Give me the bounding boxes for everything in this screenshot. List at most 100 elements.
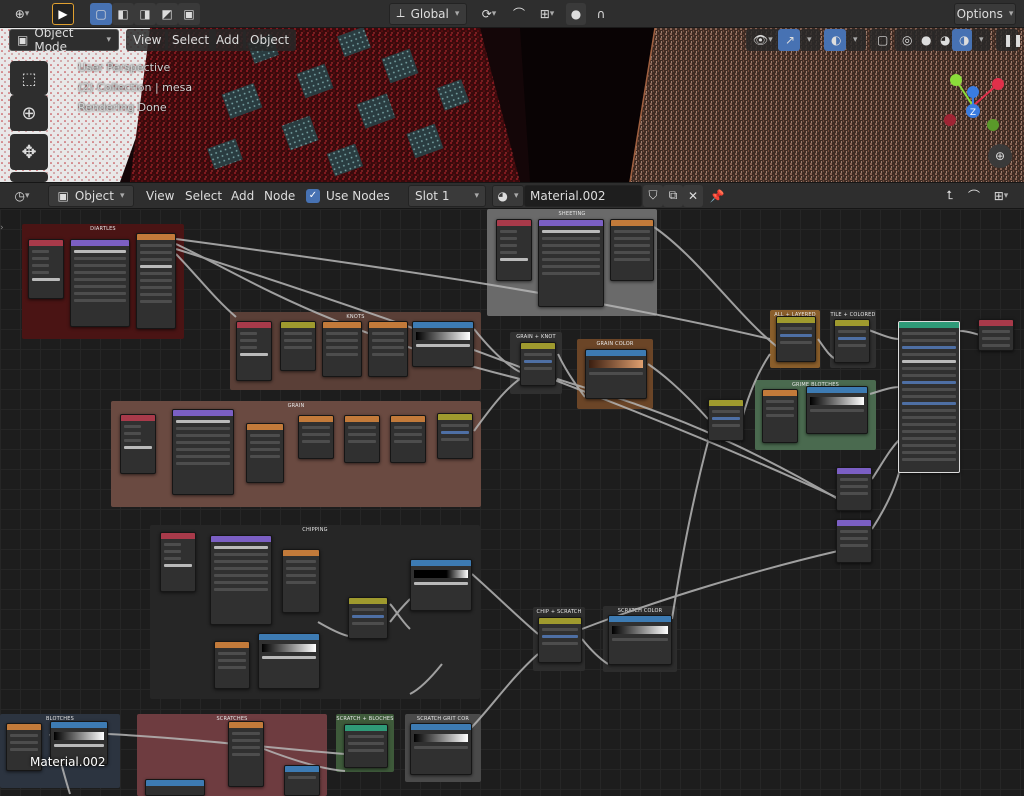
node-ramp-scratch-grit[interactable] — [410, 723, 472, 775]
node-principled-bsdf[interactable] — [898, 321, 960, 473]
overlays-toggle[interactable]: ◐ — [824, 29, 846, 51]
falloff-dropdown[interactable]: ∩ — [588, 3, 614, 25]
node-tex-coord-2[interactable] — [496, 219, 532, 281]
pivot-point-dropdown[interactable]: ⟳ ▾ — [474, 3, 504, 25]
node-menu-node[interactable]: Node — [260, 185, 299, 207]
node-math[interactable] — [610, 219, 654, 281]
navigation-gizmo[interactable]: Z — [938, 66, 1018, 156]
node-tex-coord-3[interactable] — [236, 321, 272, 381]
node-wave-grain[interactable] — [172, 409, 234, 495]
node-tex-coord-chip[interactable] — [160, 532, 196, 592]
node-wave-texture[interactable] — [538, 219, 604, 307]
transform-orientation-dropdown[interactable]: ⟂ Global ▾ — [389, 2, 467, 25]
shading-wireframe-button[interactable]: ◎ — [895, 29, 915, 51]
select-tool-button[interactable]: ▶ — [52, 2, 74, 25]
node-canvas[interactable]: › DIARTLES SHEETING KNOTS GRAIN + KNOT G… — [0, 209, 1024, 796]
shading-solid-button[interactable]: ● — [914, 29, 934, 51]
snap-node-dropdown[interactable]: ⊞ ▾ — [986, 185, 1016, 207]
3d-viewport[interactable]: ▣ Object Mode ▾ View Select Add Object U… — [0, 28, 1024, 182]
node-tex-coord-grain[interactable] — [120, 414, 156, 474]
node-bump-1[interactable] — [836, 467, 872, 511]
node-ramp-knots[interactable] — [412, 321, 474, 367]
node-ramp-grime[interactable] — [806, 386, 868, 434]
node-editor-type-dropdown[interactable]: ◷ ▾ — [4, 185, 40, 207]
gizmo-neg-x-axis[interactable] — [944, 114, 956, 126]
select-mode-invert-button[interactable]: ◩ — [156, 2, 178, 25]
proportional-editing-toggle[interactable]: ● — [566, 2, 586, 25]
node-math-knots[interactable] — [368, 321, 408, 377]
fake-user-button[interactable]: ⛉ — [643, 184, 663, 207]
node-ramp-chip-2[interactable] — [258, 633, 320, 689]
node-texture-coordinate[interactable] — [28, 239, 64, 299]
node-scratches-lower[interactable] — [145, 779, 205, 796]
select-box-tool[interactable]: ⬚ — [10, 61, 48, 95]
shading-material-button[interactable]: ◕ — [933, 29, 953, 51]
shading-rendered-button[interactable]: ◑ — [952, 29, 972, 51]
node-math-chip-2[interactable] — [214, 641, 250, 689]
menu-view[interactable]: View — [126, 29, 169, 51]
node-scratches-mix[interactable] — [284, 765, 320, 796]
gizmo-y-axis[interactable] — [950, 74, 962, 86]
node-math-chip[interactable] — [282, 549, 320, 613]
material-slot-dropdown[interactable]: Slot 1 ▾ — [408, 184, 486, 207]
node-color-ramp[interactable] — [136, 233, 176, 329]
material-name-field[interactable]: Material.002 — [524, 184, 642, 207]
options-dropdown[interactable]: Options ▾ — [954, 2, 1016, 25]
node-mix-all-layered[interactable] — [776, 316, 816, 362]
node-menu-add[interactable]: Add — [227, 185, 258, 207]
select-mode-subtract-button[interactable]: ◨ — [134, 2, 156, 25]
xray-toggle[interactable]: ▢ — [870, 29, 890, 51]
node-menu-select[interactable]: Select — [181, 185, 226, 207]
shading-dropdown[interactable]: ▾ — [972, 29, 990, 51]
gizmo-toggle[interactable]: ↗ — [778, 29, 800, 51]
node-mix-center[interactable] — [708, 399, 744, 441]
duplicate-material-button[interactable]: ⧉ — [663, 184, 683, 207]
node-mapping[interactable] — [280, 321, 316, 371]
pin-button[interactable]: 📌 — [707, 185, 727, 207]
node-ramp-chip[interactable] — [410, 559, 472, 611]
node-mix-grain[interactable] — [437, 413, 473, 459]
node-ramp-grain-color[interactable] — [585, 349, 647, 399]
move-tool[interactable]: ✥ — [10, 134, 48, 170]
node-math-grain-1[interactable] — [298, 415, 334, 459]
menu-add[interactable]: Add — [209, 29, 247, 51]
node-math-scratches[interactable] — [228, 721, 264, 787]
unlink-material-button[interactable]: ✕ — [683, 184, 703, 207]
snap-toggle[interactable]: ⌒ — [508, 3, 530, 25]
node-mix-tile-colored[interactable] — [834, 319, 870, 363]
node-bump-2[interactable] — [836, 519, 872, 563]
browse-material-button[interactable]: ◕ ▾ — [492, 184, 524, 207]
node-material-output[interactable] — [978, 319, 1014, 351]
rotate-tool[interactable] — [10, 172, 48, 182]
gizmo-x-axis[interactable] — [992, 78, 1004, 90]
select-mode-extend-button[interactable]: ◧ — [112, 2, 134, 25]
node-mix-chip-scratch[interactable] — [538, 617, 582, 663]
snap-target-dropdown[interactable]: ⊞ ▾ — [532, 3, 562, 25]
zoom-button[interactable]: ⊕ — [988, 144, 1012, 168]
parent-node-tree-button[interactable]: ⮤ — [940, 185, 960, 207]
gizmo-neg-z-axis[interactable] — [967, 86, 979, 98]
use-nodes-checkbox[interactable]: ✓ Use Nodes — [306, 185, 390, 207]
node-noise-grime[interactable] — [762, 389, 798, 443]
node-math-grain-3[interactable] — [390, 415, 426, 463]
cursor-tool[interactable]: ⊕ — [10, 95, 48, 131]
node-ramp-scratch-color[interactable] — [608, 615, 672, 665]
gizmo-dropdown[interactable]: ▾ — [800, 29, 820, 51]
node-mix-grain-knot[interactable] — [520, 342, 556, 386]
sidebar-toggle[interactable]: ❚❚ — [996, 29, 1023, 51]
select-mode-intersect-button[interactable]: ▣ — [178, 2, 200, 25]
node-noise-knots[interactable] — [322, 321, 362, 377]
menu-object[interactable]: Object — [243, 29, 297, 51]
node-noise-chip[interactable] — [210, 535, 272, 625]
gizmo-neg-y-axis[interactable] — [987, 119, 999, 131]
node-mix-scratch-bloches[interactable] — [344, 724, 388, 768]
snap-node-toggle[interactable]: ⌒ — [964, 185, 984, 207]
editor-type-dropdown[interactable]: ⊕ ▾ — [4, 3, 40, 25]
overlays-dropdown[interactable]: ▾ — [846, 29, 866, 51]
select-mode-new-button[interactable]: ▢ — [90, 2, 112, 25]
node-math-grain-2[interactable] — [344, 415, 380, 463]
node-mix-chip[interactable] — [348, 597, 388, 639]
node-voronoi[interactable] — [70, 239, 130, 327]
node-noise-grain[interactable] — [246, 423, 284, 483]
interaction-mode-dropdown[interactable]: ▣ Object Mode ▾ — [9, 28, 119, 54]
